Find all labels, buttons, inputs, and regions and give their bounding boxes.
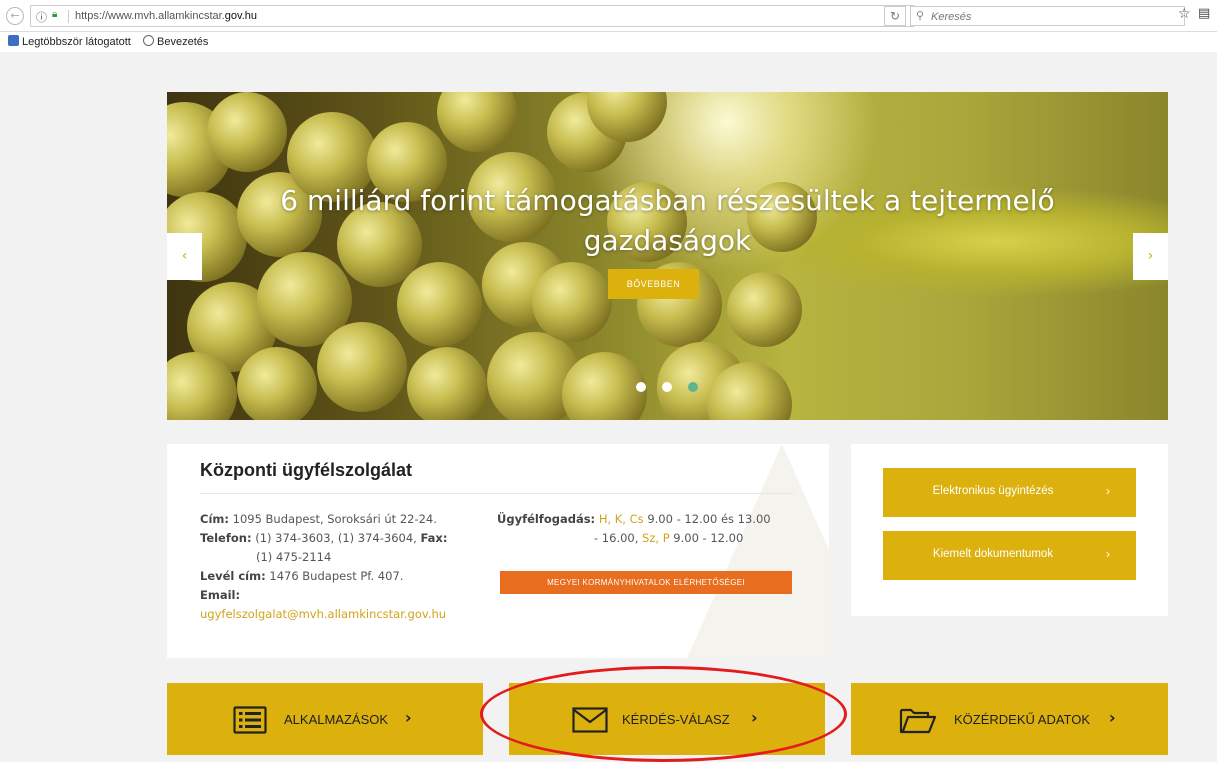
quick-links-card: Elektronikus ügyintézés › Kiemelt dokume… xyxy=(851,444,1168,616)
hours-time-1b: - 16.00, xyxy=(594,531,639,545)
postal-label: Levél cím: xyxy=(200,569,266,583)
globe-icon xyxy=(143,35,154,46)
slider-dot[interactable] xyxy=(636,382,646,392)
grape-image xyxy=(207,92,287,172)
hours-time-2: 9.00 - 12.00 xyxy=(673,531,744,545)
hours-time-1: 9.00 - 12.00 és 13.00 xyxy=(647,512,771,526)
envelope-icon xyxy=(572,707,608,733)
hours-days-1: H, K, Cs xyxy=(598,512,644,526)
hero-title: 6 milliárd forint támogatásban részesült… xyxy=(280,184,1055,257)
divider xyxy=(200,493,794,494)
chevron-right-icon: › xyxy=(1109,708,1116,727)
slider-next-arrow-icon[interactable]: › xyxy=(1133,233,1168,280)
grape-image xyxy=(727,272,802,347)
hero-slider: 6 milliárd forint támogatásban részesült… xyxy=(167,92,1168,420)
grape-image xyxy=(397,262,482,347)
tile-label: ALKALMAZÁSOK xyxy=(284,712,389,727)
phone-value: (1) 374-3603, (1) 374-3604, xyxy=(255,531,417,545)
button-label: Elektronikus ügyintézés xyxy=(932,485,1054,497)
lock-icon: 🔒︎ xyxy=(52,9,58,20)
address-bar[interactable]: ⓘ 🔒︎ https://www.mvh.allamkincstar.gov.h… xyxy=(30,5,915,27)
browser-search-input[interactable] xyxy=(931,9,1171,24)
folder-icon xyxy=(899,708,937,734)
service-title: Központi ügyfélszolgálat xyxy=(200,460,413,480)
opening-hours: Ügyfélfogadás: H, K, Cs 9.00 - 12.00 és … xyxy=(497,510,797,548)
county-offices-button[interactable]: MEGYEI KORMÁNYHIVATALOK ELÉRHETŐSÉGEI xyxy=(500,571,792,594)
bookmark-star-icon[interactable]: ☆ xyxy=(1178,6,1191,22)
applications-tile[interactable]: ALKALMAZÁSOK › xyxy=(167,683,483,755)
service-contact-info: Cím: 1095 Budapest, Soroksári út 22-24. … xyxy=(200,510,490,624)
chevron-right-icon: › xyxy=(405,708,412,727)
search-icon: ⚲ xyxy=(916,9,925,22)
chevron-right-icon: › xyxy=(1106,484,1110,498)
list-icon xyxy=(233,706,267,734)
back-arrow-icon[interactable]: ← xyxy=(6,7,24,25)
email-label: Email: xyxy=(200,588,241,602)
customer-service-card: Központi ügyfélszolgálat Cím: 1095 Budap… xyxy=(167,444,829,658)
grape-image xyxy=(407,347,487,420)
email-link[interactable]: ugyfelszolgalat@mvh.allamkincstar.gov.hu xyxy=(200,605,490,624)
phone-label: Telefon: xyxy=(200,531,252,545)
grape-image xyxy=(237,347,317,420)
questions-answers-tile[interactable]: KÉRDÉS-VÁLASZ › xyxy=(509,683,825,755)
decorative-shape xyxy=(687,444,829,658)
bookmarks-bar: Legtöbbször látogatott Bevezetés xyxy=(0,32,1217,52)
browser-search[interactable]: ⚲ xyxy=(910,6,1185,26)
read-more-button[interactable]: BŐVEBBEN xyxy=(608,269,699,299)
featured-documents-button[interactable]: Kiemelt dokumentumok › xyxy=(883,531,1136,580)
grape-image xyxy=(532,262,612,342)
slider-prev-arrow-icon[interactable]: ‹ xyxy=(167,233,202,280)
fax-label: Fax: xyxy=(420,531,448,545)
chevron-right-icon: › xyxy=(751,708,758,727)
postal-value: 1476 Budapest Pf. 407. xyxy=(269,569,404,583)
fax-value: (1) 475-2114 xyxy=(256,550,332,564)
slider-dot-active[interactable] xyxy=(688,382,698,392)
grape-image xyxy=(437,92,517,152)
chevron-right-icon: › xyxy=(1106,547,1110,561)
address-value: 1095 Budapest, Soroksári út 22-24. xyxy=(232,512,437,526)
button-label: Kiemelt dokumentumok xyxy=(932,548,1054,560)
bookmark-folder-icon xyxy=(8,35,19,46)
address-separator xyxy=(68,10,69,23)
hours-days-2: Sz, P xyxy=(642,531,670,545)
url-text[interactable]: https://www.mvh.allamkincstar.gov.hu xyxy=(75,10,257,22)
info-icon[interactable]: ⓘ xyxy=(36,9,47,25)
grape-image xyxy=(317,322,407,412)
bookmark-most-visited[interactable]: Legtöbbször látogatott xyxy=(8,35,131,48)
slider-dots xyxy=(636,382,706,394)
tile-label: KÉRDÉS-VÁLASZ xyxy=(622,712,730,727)
reload-icon[interactable]: ↻ xyxy=(884,6,906,26)
address-label: Cím: xyxy=(200,512,229,526)
bookmark-getting-started[interactable]: Bevezetés xyxy=(143,35,208,48)
slider-dot[interactable] xyxy=(662,382,672,392)
public-data-tile[interactable]: KÖZÉRDEKŰ ADATOK › xyxy=(851,683,1168,755)
bookmarks-list-icon[interactable]: ▤ xyxy=(1198,6,1210,21)
hours-label: Ügyfélfogadás: xyxy=(497,512,596,526)
electronic-administration-button[interactable]: Elektronikus ügyintézés › xyxy=(883,468,1136,517)
browser-toolbar: ← ⓘ 🔒︎ https://www.mvh.allamkincstar.gov… xyxy=(0,0,1217,32)
tile-label: KÖZÉRDEKŰ ADATOK xyxy=(954,712,1091,727)
